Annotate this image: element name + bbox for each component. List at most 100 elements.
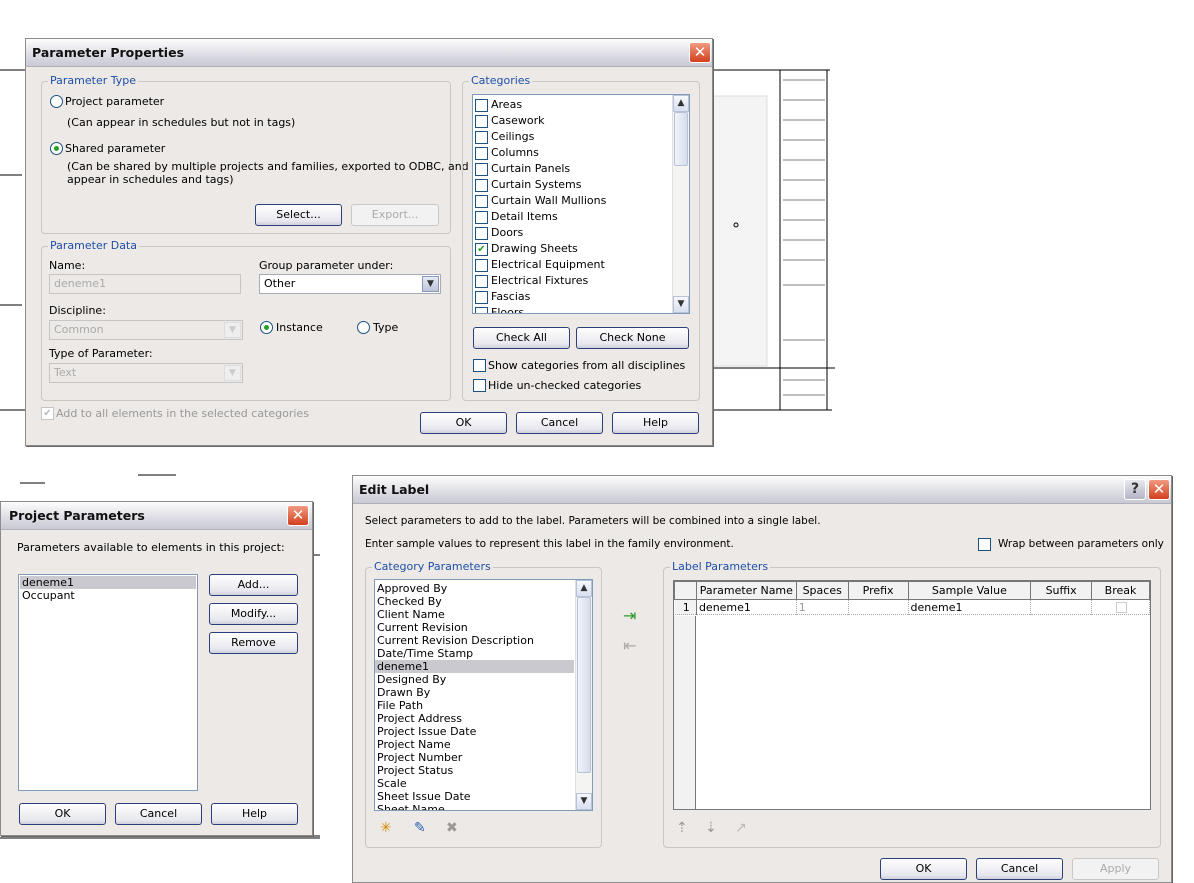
category-checkbox[interactable] — [475, 131, 488, 144]
hide-unchecked-checkbox[interactable] — [473, 379, 486, 392]
category-parameter-item[interactable]: Project Status — [375, 764, 574, 777]
edit-units-icon[interactable]: ↗ — [735, 820, 747, 836]
export-button[interactable]: Export... — [351, 204, 439, 226]
category-parameter-item[interactable]: Checked By — [375, 595, 574, 608]
spaces-cell[interactable]: 1 — [796, 599, 849, 615]
list-item[interactable]: deneme1 — [20, 576, 196, 589]
category-checkbox[interactable] — [475, 275, 488, 288]
title-bar[interactable]: Project Parameters ✕ — [1, 502, 312, 530]
show-all-disciplines-checkbox[interactable] — [473, 359, 486, 372]
category-parameter-item[interactable]: Scale — [375, 777, 574, 790]
category-item[interactable]: Curtain Wall Mullions — [473, 193, 689, 209]
categories-list[interactable]: Areas Casework Ceilings Columns Curtain Pane… — [472, 94, 690, 314]
cancel-button[interactable]: Cancel — [516, 412, 603, 434]
category-parameter-item[interactable]: deneme1 — [375, 660, 574, 673]
category-parameter-item[interactable]: Project Issue Date — [375, 725, 574, 738]
category-item[interactable]: Detail Items — [473, 209, 689, 225]
prefix-cell[interactable] — [848, 599, 909, 615]
label-parameters-table[interactable]: Parameter Name Spaces Prefix Sample Valu… — [673, 580, 1151, 810]
category-item[interactable]: Casework — [473, 113, 689, 129]
category-parameter-item[interactable]: Drawn By — [375, 686, 574, 699]
cancel-button[interactable]: Cancel — [976, 858, 1063, 880]
table-row[interactable]: 1 deneme1 1 deneme1 — [674, 599, 1150, 615]
category-parameter-item[interactable]: Client Name — [375, 608, 574, 621]
new-parameter-icon[interactable]: ✳ — [380, 820, 392, 836]
close-icon[interactable]: ✕ — [287, 505, 309, 526]
category-item[interactable]: Doors — [473, 225, 689, 241]
category-parameter-item[interactable]: Sheet Issue Date — [375, 790, 574, 803]
category-checkbox[interactable] — [475, 259, 488, 272]
name-field[interactable]: deneme1 — [49, 274, 241, 294]
list-item[interactable]: Occupant — [20, 589, 196, 602]
category-parameter-item[interactable]: Sheet Name — [375, 803, 574, 810]
project-parameter-radio[interactable] — [50, 95, 63, 108]
apply-button[interactable]: Apply — [1072, 858, 1159, 880]
category-parameters-list[interactable]: Approved By Checked By Client Name Current … — [374, 579, 593, 811]
suffix-cell[interactable] — [1030, 599, 1093, 615]
project-parameters-list[interactable]: deneme1 Occupant — [18, 574, 198, 791]
scroll-down-icon[interactable]: ▼ — [673, 296, 689, 313]
close-icon[interactable]: ✕ — [1148, 479, 1170, 500]
wrap-checkbox[interactable] — [978, 538, 991, 551]
parameter-name-cell[interactable]: deneme1 — [696, 599, 797, 615]
group-under-select[interactable]: Other ▼ — [259, 274, 441, 294]
help-icon[interactable]: ? — [1124, 479, 1146, 500]
category-item[interactable]: Electrical Equipment — [473, 257, 689, 273]
category-checkbox[interactable] — [475, 99, 488, 112]
category-checkbox[interactable] — [475, 291, 488, 304]
category-parameter-item[interactable]: File Path — [375, 699, 574, 712]
ok-button[interactable]: OK — [420, 412, 507, 434]
close-icon[interactable]: ✕ — [689, 42, 711, 63]
category-checkbox[interactable] — [475, 147, 488, 160]
scrollbar[interactable]: ▲ ▼ — [672, 95, 689, 313]
category-parameter-item[interactable]: Project Name — [375, 738, 574, 751]
category-checkbox[interactable] — [475, 115, 488, 128]
check-none-button[interactable]: Check None — [576, 327, 689, 349]
column-header[interactable]: Suffix — [1030, 581, 1093, 600]
category-item[interactable]: Curtain Panels — [473, 161, 689, 177]
break-cell[interactable] — [1091, 599, 1150, 615]
category-parameter-item[interactable]: Project Address — [375, 712, 574, 725]
category-checkbox[interactable] — [475, 307, 488, 313]
delete-parameter-icon[interactable]: ✖ — [446, 820, 458, 836]
category-item[interactable]: Ceilings — [473, 129, 689, 145]
category-checkbox[interactable] — [475, 227, 488, 240]
type-radio[interactable] — [357, 321, 370, 334]
category-parameter-item[interactable]: Approved By — [375, 582, 574, 595]
scrollbar[interactable]: ▲ ▼ — [575, 580, 592, 810]
discipline-select[interactable]: Common ▼ — [49, 320, 243, 340]
add-button[interactable]: Add... — [209, 574, 298, 596]
help-button[interactable]: Help — [612, 412, 699, 434]
edit-parameter-icon[interactable]: ✎ — [414, 820, 426, 836]
category-item[interactable]: Electrical Fixtures — [473, 273, 689, 289]
category-item[interactable]: Fascias — [473, 289, 689, 305]
category-parameter-item[interactable]: Current Revision Description — [375, 634, 574, 647]
instance-radio[interactable] — [260, 321, 273, 334]
cancel-button[interactable]: Cancel — [115, 803, 202, 825]
scroll-up-icon[interactable]: ▲ — [576, 580, 592, 597]
category-parameter-item[interactable]: Date/Time Stamp — [375, 647, 574, 660]
scroll-thumb[interactable] — [674, 112, 688, 166]
move-up-icon[interactable]: ⇡ — [676, 820, 688, 836]
column-header[interactable]: Break — [1091, 581, 1150, 600]
scroll-down-icon[interactable]: ▼ — [576, 793, 592, 810]
type-of-parameter-select[interactable]: Text ▼ — [49, 363, 243, 383]
column-header[interactable]: Parameter Name — [695, 581, 797, 600]
title-bar[interactable]: Edit Label ? ✕ — [353, 476, 1171, 504]
remove-button[interactable]: Remove — [209, 632, 298, 654]
check-all-button[interactable]: Check All — [473, 327, 570, 349]
move-down-icon[interactable]: ⇣ — [705, 820, 717, 836]
category-parameter-item[interactable]: Current Revision — [375, 621, 574, 634]
column-header[interactable]: Sample Value — [907, 581, 1032, 600]
scroll-up-icon[interactable]: ▲ — [673, 95, 689, 112]
ok-button[interactable]: OK — [880, 858, 967, 880]
column-header[interactable]: Spaces — [795, 581, 849, 600]
category-item[interactable]: ✔ Drawing Sheets — [473, 241, 689, 257]
select-button[interactable]: Select... — [255, 204, 342, 226]
break-checkbox[interactable] — [1116, 601, 1128, 613]
category-checkbox[interactable]: ✔ — [475, 243, 488, 256]
sample-value-cell[interactable]: deneme1 — [908, 599, 1032, 615]
category-parameter-item[interactable]: Project Number — [375, 751, 574, 764]
chevron-down-icon[interactable]: ▼ — [422, 276, 439, 292]
column-header[interactable]: Prefix — [847, 581, 909, 600]
